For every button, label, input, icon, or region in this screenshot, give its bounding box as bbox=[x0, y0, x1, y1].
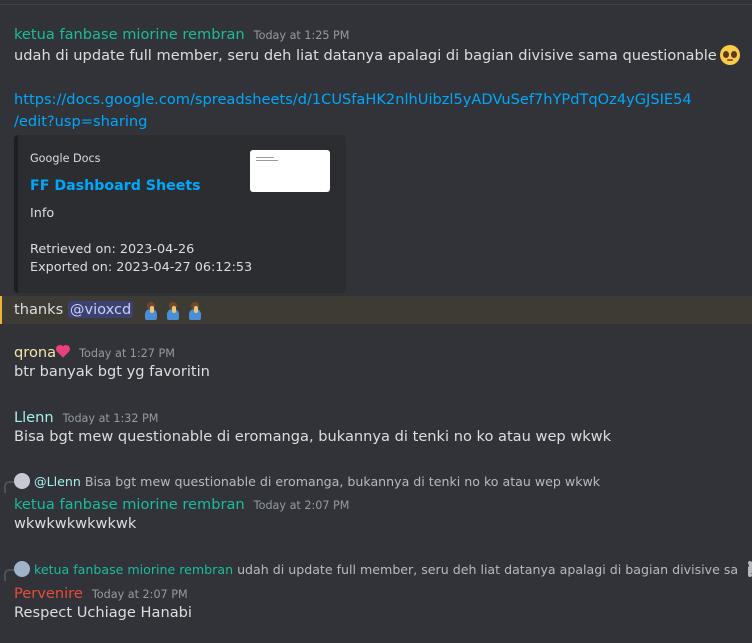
embed-description: Info bbox=[30, 206, 55, 221]
author-name[interactable]: qrona bbox=[14, 344, 71, 361]
timestamp[interactable]: Today at 1:32 PM bbox=[63, 412, 159, 425]
person-praying-icon[interactable] bbox=[166, 300, 182, 320]
message-text: Respect Uchiage Hanabi bbox=[14, 604, 192, 621]
timestamp[interactable]: Today at 2:07 PM bbox=[254, 499, 350, 512]
message-header: ketua fanbase miorine rembran Today at 1… bbox=[14, 26, 752, 43]
message-header: ketua fanbase miorine rembran Today at 2… bbox=[14, 496, 752, 513]
embed-title[interactable]: FF Dashboard Sheets bbox=[30, 178, 201, 194]
message-text: wkwkwkwkwkwk bbox=[14, 515, 137, 532]
timestamp[interactable]: Today at 1:27 PM bbox=[79, 347, 175, 360]
message: Pervenire Today at 2:07 PM Respect Uchia… bbox=[14, 585, 752, 624]
reply-reference[interactable]: @Llenn Bisa bgt mew questionable di erom… bbox=[4, 473, 752, 493]
avatar bbox=[14, 473, 30, 489]
image-icon bbox=[746, 561, 752, 577]
reply-spine bbox=[4, 481, 14, 493]
message-content: thanks @vioxcd bbox=[14, 299, 752, 321]
reply-reference[interactable]: ketua fanbase miorine rembran udah di up… bbox=[4, 561, 752, 581]
embed-exported: Exported on: 2023-04-27 06:12:53 bbox=[30, 260, 253, 275]
message-link-block: https://docs.google.com/spreadsheets/d/1… bbox=[14, 89, 752, 133]
person-praying-icon[interactable] bbox=[144, 300, 160, 320]
reply-preview-text[interactable]: Bisa bgt mew questionable di eromanga, b… bbox=[85, 474, 600, 489]
author-name[interactable]: Llenn bbox=[14, 409, 54, 426]
pleading-face-icon[interactable] bbox=[719, 45, 740, 65]
message: ketua fanbase miorine rembran Today at 2… bbox=[14, 496, 752, 535]
message-header: qrona Today at 1:27 PM bbox=[14, 344, 752, 361]
author-name[interactable]: ketua fanbase miorine rembran bbox=[14, 26, 245, 43]
user-mention[interactable]: @vioxcd bbox=[67, 301, 134, 318]
avatar bbox=[14, 561, 30, 577]
message-text-body: udah di update full member, seru deh lia… bbox=[14, 47, 717, 64]
message-text: udah di update full member, seru deh lia… bbox=[14, 45, 752, 67]
link-embed: Google Docs FF Dashboard Sheets Info Ret… bbox=[14, 135, 346, 293]
reply-preview-text[interactable]: udah di update full member, seru deh lia… bbox=[237, 562, 738, 577]
message-content: udah di update full member, seru deh lia… bbox=[14, 45, 752, 67]
embed-thumbnail[interactable] bbox=[250, 150, 330, 192]
message: qrona Today at 1:27 PM btr banyak bgt yg… bbox=[14, 344, 752, 383]
embed-retrieved: Retrieved on: 2023-04-26 bbox=[30, 242, 195, 257]
message: ketua fanbase miorine rembran Today at 1… bbox=[14, 26, 752, 43]
reply-author[interactable]: @Llenn bbox=[34, 474, 81, 489]
person-praying-icon[interactable] bbox=[188, 300, 204, 320]
spreadsheet-link[interactable]: https://docs.google.com/spreadsheets/d/1… bbox=[14, 89, 752, 111]
reply-author[interactable]: ketua fanbase miorine rembran bbox=[34, 562, 233, 577]
timestamp[interactable]: Today at 1:25 PM bbox=[254, 29, 350, 42]
message-text-body: thanks bbox=[14, 301, 64, 318]
author-name[interactable]: Pervenire bbox=[14, 585, 83, 602]
author-name-text: qrona bbox=[14, 344, 57, 361]
message-header: Pervenire Today at 2:07 PM bbox=[14, 585, 752, 602]
spreadsheet-link-cont[interactable]: /edit?usp=sharing bbox=[14, 111, 752, 133]
two-hearts-icon bbox=[56, 345, 71, 358]
timestamp[interactable]: Today at 2:07 PM bbox=[92, 588, 188, 601]
message-text: Bisa bgt mew questionable di eromanga, b… bbox=[14, 428, 612, 445]
author-name[interactable]: ketua fanbase miorine rembran bbox=[14, 496, 245, 513]
message: Llenn Today at 1:32 PM Bisa bgt mew ques… bbox=[14, 409, 752, 448]
embed-provider[interactable]: Google Docs bbox=[30, 152, 100, 165]
reply-spine bbox=[4, 569, 14, 581]
message-text: thanks @vioxcd bbox=[14, 299, 752, 321]
message-header: Llenn Today at 1:32 PM bbox=[14, 409, 752, 426]
divider bbox=[0, 4, 752, 5]
message-text: btr banyak bgt yg favoritin bbox=[14, 363, 210, 380]
